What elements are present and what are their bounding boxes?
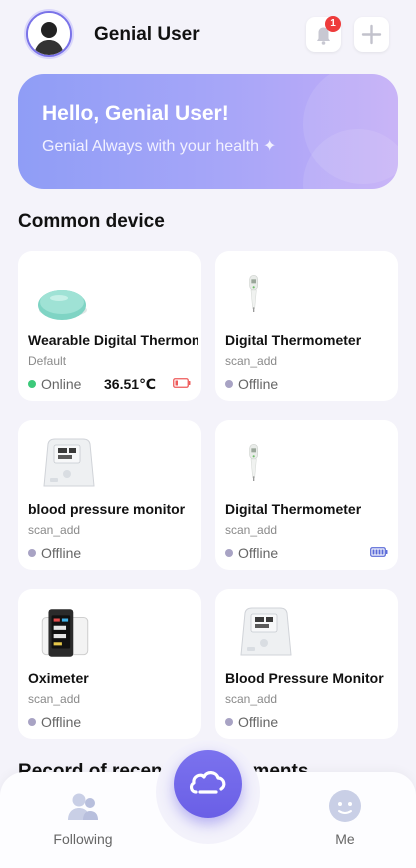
sparkle-icon: ✦ <box>263 138 277 155</box>
device-status: Offline <box>225 545 278 561</box>
blood-pressure-monitor-icon <box>43 438 95 487</box>
banner-subtitle: Genial Always with your health ✦ <box>42 136 276 156</box>
face-icon <box>329 790 361 822</box>
offline-dot-icon <box>28 549 36 557</box>
device-subtitle: scan_add <box>225 692 278 706</box>
device-status-label: Offline <box>238 376 279 392</box>
device-card[interactable]: Blood Pressure Monitor scan_add Offline <box>215 589 398 739</box>
device-status: Offline <box>225 714 278 730</box>
device-card[interactable]: blood pressure monitor scan_add Offline <box>18 420 201 570</box>
device-name: Digital Thermometer <box>225 501 362 517</box>
device-name: blood pressure monitor <box>28 501 186 517</box>
device-status-label: Offline <box>238 545 279 561</box>
device-card[interactable]: Digital Thermometer scan_add Offline <box>215 420 398 570</box>
battery-full-icon <box>370 547 388 557</box>
device-status-label: Offline <box>41 545 82 561</box>
digital-thermometer-icon <box>249 444 258 481</box>
blood-pressure-monitor-icon <box>240 607 292 656</box>
device-name: Oximeter <box>28 670 89 686</box>
add-device-button[interactable] <box>354 17 389 52</box>
top-header: Genial User 1 <box>0 0 416 68</box>
device-status: Offline <box>28 714 81 730</box>
device-status: Online <box>28 376 81 392</box>
offline-dot-icon <box>225 718 233 726</box>
device-status-label: Online <box>41 376 82 392</box>
welcome-banner: Hello, Genial User! Genial Always with y… <box>18 74 398 189</box>
device-name: Wearable Digital Thermometer <box>28 332 198 348</box>
offline-dot-icon <box>225 549 233 557</box>
device-name: Digital Thermometer <box>225 332 362 348</box>
device-subtitle: scan_add <box>225 523 278 537</box>
device-subtitle: scan_add <box>28 692 81 706</box>
device-card[interactable]: Digital Thermometer scan_add Offline <box>215 251 398 401</box>
digital-thermometer-icon <box>249 275 258 312</box>
device-status-label: Offline <box>238 714 279 730</box>
device-subtitle: scan_add <box>225 354 278 368</box>
cloud-icon <box>189 771 226 794</box>
nav-me[interactable]: Me <box>300 790 390 847</box>
device-card[interactable]: Oximeter scan_add Offline <box>18 589 201 739</box>
device-subtitle: Default <box>28 354 67 368</box>
device-status: Offline <box>28 545 81 561</box>
nav-following[interactable]: Following <box>38 790 128 847</box>
device-temperature: 36.51℃ <box>104 376 156 392</box>
device-name: Blood Pressure Monitor <box>225 670 384 686</box>
user-avatar-icon <box>28 13 70 55</box>
home-center-button[interactable] <box>174 750 242 818</box>
notifications-button[interactable]: 1 <box>306 16 341 52</box>
device-subtitle: scan_add <box>28 523 81 537</box>
nav-me-label: Me <box>335 831 355 847</box>
device-card[interactable]: Wearable Digital Thermometer Default Onl… <box>18 251 201 401</box>
avatar[interactable] <box>26 11 72 57</box>
people-icon <box>68 793 98 820</box>
offline-dot-icon <box>28 718 36 726</box>
offline-dot-icon <box>225 380 233 388</box>
battery-low-icon <box>173 378 191 388</box>
banner-title: Hello, Genial User! <box>42 102 229 125</box>
nav-following-label: Following <box>53 831 113 847</box>
notification-badge: 1 <box>325 16 341 32</box>
banner-subtitle-text: Genial Always with your health <box>42 138 259 155</box>
oximeter-icon <box>41 609 89 657</box>
device-status: Offline <box>225 376 278 392</box>
username: Genial User <box>94 24 200 45</box>
wearable-thermometer-icon <box>38 290 87 320</box>
plus-icon <box>361 24 382 45</box>
section-title-common-device: Common device <box>18 211 165 232</box>
device-status-label: Offline <box>41 714 82 730</box>
online-dot-icon <box>28 380 36 388</box>
